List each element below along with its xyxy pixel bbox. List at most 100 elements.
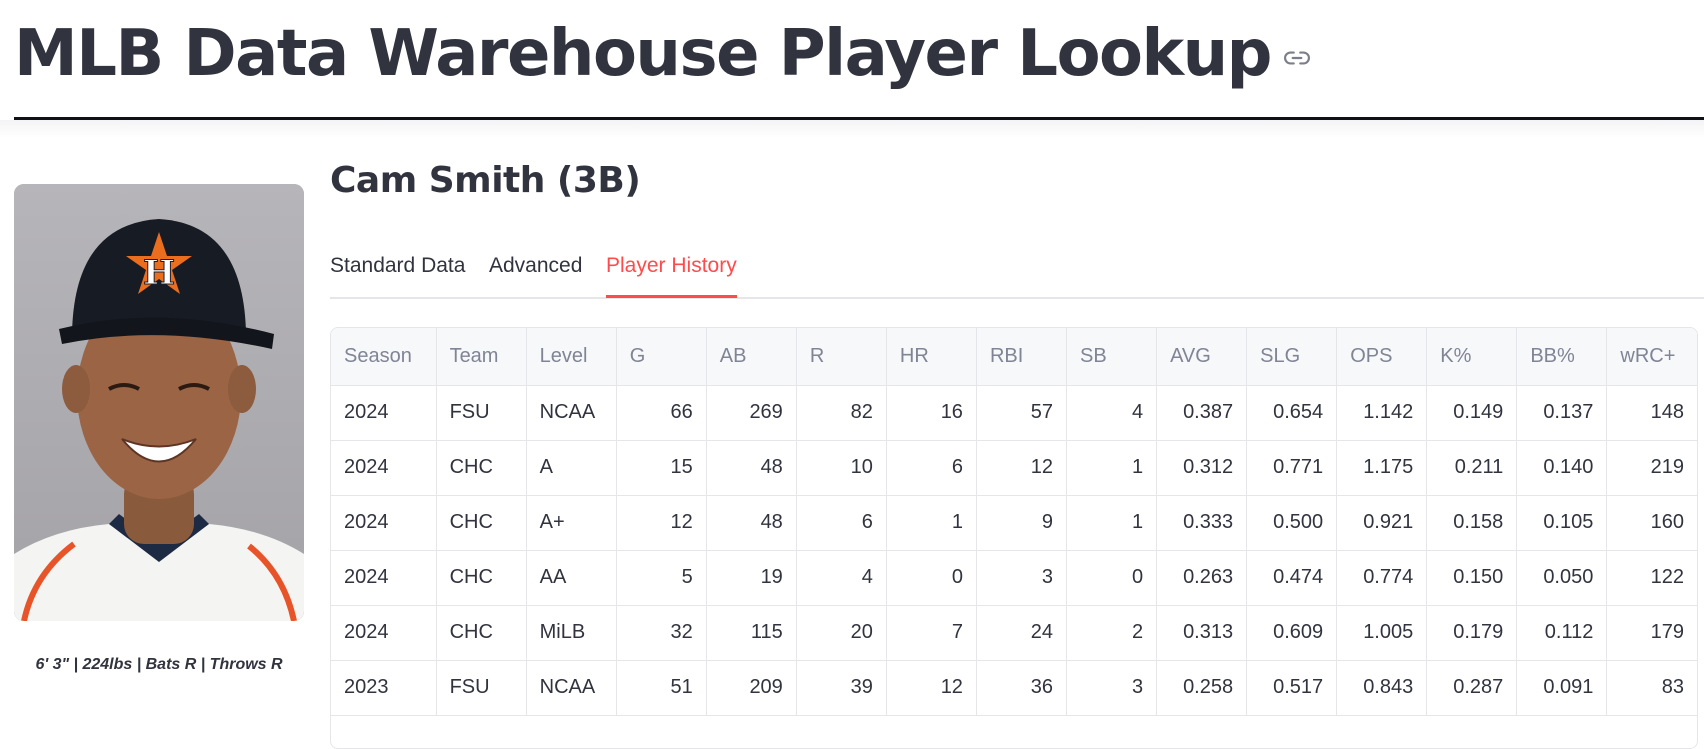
table-cell: 3 — [1066, 660, 1158, 716]
table-cell: 0.091 — [1516, 660, 1608, 716]
table-cell: 9 — [976, 495, 1068, 551]
table-cell: 66 — [616, 385, 707, 441]
table-cell: 115 — [706, 605, 797, 661]
table-cell: 24 — [976, 605, 1068, 661]
table-row: 2024 FSU NCAA 66 269 82 16 57 4 0.387 0.654 1.142 0.… — [331, 385, 1697, 441]
table-cell: AA — [526, 550, 617, 606]
table-cell: 12 — [886, 660, 977, 716]
tab-standard-data[interactable]: Standard Data — [330, 248, 465, 298]
table-cell: 6 — [886, 440, 977, 496]
table-cell: CHC — [436, 605, 527, 661]
table-cell: 3 — [976, 550, 1068, 606]
page-title: MLB Data Warehouse Player Lookup — [14, 17, 1272, 91]
table-cell: 0.263 — [1156, 550, 1248, 606]
tab-bar: Standard Data Advanced Player History — [330, 248, 1704, 300]
table-cell: 2024 — [331, 550, 437, 606]
table-header-row: Season Team Level G AB R HR RBI SB AVG SLG OPS K% BB%… — [331, 328, 1697, 386]
column-header[interactable]: Level — [526, 328, 617, 386]
column-header[interactable]: G — [616, 328, 707, 386]
table-cell: 0.158 — [1426, 495, 1518, 551]
table-cell: 0.771 — [1246, 440, 1338, 496]
player-bio: 6' 3" | 224lbs | Bats R | Throws R — [35, 656, 283, 673]
table-cell: CHC — [436, 440, 527, 496]
table-cell: FSU — [436, 660, 527, 716]
link-icon[interactable] — [1283, 44, 1311, 72]
table-cell: 148 — [1606, 385, 1697, 441]
svg-text:H: H — [143, 253, 175, 293]
column-header[interactable]: AB — [706, 328, 797, 386]
column-header[interactable]: Season — [331, 328, 437, 386]
table-cell: 0.140 — [1516, 440, 1608, 496]
table-cell: 0.313 — [1156, 605, 1248, 661]
table-cell: 83 — [1606, 660, 1697, 716]
table-cell: 2024 — [331, 605, 437, 661]
column-header[interactable]: SB — [1066, 328, 1158, 386]
table-cell: 160 — [1606, 495, 1697, 551]
page-header: MLB Data Warehouse Player Lookup — [14, 8, 1311, 100]
table-cell: 1.175 — [1336, 440, 1428, 496]
table-row: 2024 CHC MiLB 32 115 20 7 24 2 0.313 0.609 1.005 0.1… — [331, 605, 1697, 661]
table-cell: 0.387 — [1156, 385, 1248, 441]
table-cell: 12 — [616, 495, 707, 551]
table-cell: A — [526, 440, 617, 496]
active-tab-indicator — [606, 295, 737, 298]
table-body: 2024 FSU NCAA 66 269 82 16 57 4 0.387 0.654 1.142 0.… — [331, 385, 1697, 716]
table-row: 2023 FSU NCAA 51 209 39 12 36 3 0.258 0.517 0.843 0.… — [331, 660, 1697, 716]
table-cell: 1 — [886, 495, 977, 551]
table-cell: 269 — [706, 385, 797, 441]
table-cell: 4 — [1066, 385, 1158, 441]
table-cell: 39 — [796, 660, 887, 716]
table-cell: 0.517 — [1246, 660, 1338, 716]
table-cell: NCAA — [526, 660, 617, 716]
table-cell: 0.474 — [1246, 550, 1338, 606]
table-cell: 0.333 — [1156, 495, 1248, 551]
column-header[interactable]: AVG — [1156, 328, 1248, 386]
table-cell: 0.150 — [1426, 550, 1518, 606]
table-cell: 7 — [886, 605, 977, 661]
table-cell: 2024 — [331, 385, 437, 441]
column-header[interactable]: RBI — [976, 328, 1068, 386]
table-row: 2024 CHC AA 5 19 4 0 3 0 0.263 0.474 0.774 0.150 0.05… — [331, 550, 1697, 606]
table-cell: 12 — [976, 440, 1068, 496]
table-cell: 122 — [1606, 550, 1697, 606]
table-cell: 179 — [1606, 605, 1697, 661]
table-cell: 0.921 — [1336, 495, 1428, 551]
tab-player-history[interactable]: Player History — [606, 248, 737, 298]
table-cell: 0.050 — [1516, 550, 1608, 606]
table-cell: 82 — [796, 385, 887, 441]
table-cell: 15 — [616, 440, 707, 496]
table-cell: CHC — [436, 495, 527, 551]
table-cell: 0.258 — [1156, 660, 1248, 716]
table-cell: 0 — [1066, 550, 1158, 606]
tab-advanced[interactable]: Advanced — [489, 248, 582, 298]
table-cell: A+ — [526, 495, 617, 551]
player-name: Cam Smith (3B) — [330, 160, 641, 201]
table-row: 2024 CHC A+ 12 48 6 1 9 1 0.333 0.500 0.921 0.158 0.1… — [331, 495, 1697, 551]
table-cell: 0.609 — [1246, 605, 1338, 661]
table-cell: 1 — [1066, 495, 1158, 551]
table-cell: FSU — [436, 385, 527, 441]
table-cell: MiLB — [526, 605, 617, 661]
table-cell: 0.312 — [1156, 440, 1248, 496]
table-cell: 36 — [976, 660, 1068, 716]
column-header[interactable]: wRC+ — [1606, 328, 1697, 386]
table-cell: 0.149 — [1426, 385, 1518, 441]
table-cell: 57 — [976, 385, 1068, 441]
table-cell: 16 — [886, 385, 977, 441]
column-header[interactable]: R — [796, 328, 887, 386]
column-header[interactable]: OPS — [1336, 328, 1428, 386]
table-cell: 0.112 — [1516, 605, 1608, 661]
column-header[interactable]: Team — [436, 328, 527, 386]
column-header[interactable]: HR — [886, 328, 977, 386]
column-header[interactable]: BB% — [1516, 328, 1608, 386]
table-cell: 0 — [886, 550, 977, 606]
column-header[interactable]: SLG — [1246, 328, 1338, 386]
player-history-table[interactable]: Season Team Level G AB R HR RBI SB AVG SLG OPS K% BB%… — [330, 327, 1698, 749]
table-cell: 2024 — [331, 440, 437, 496]
table-cell: 19 — [706, 550, 797, 606]
table-cell: 209 — [706, 660, 797, 716]
table-cell: 48 — [706, 440, 797, 496]
table-cell: 5 — [616, 550, 707, 606]
player-headshot: H — [14, 184, 304, 621]
column-header[interactable]: K% — [1426, 328, 1518, 386]
